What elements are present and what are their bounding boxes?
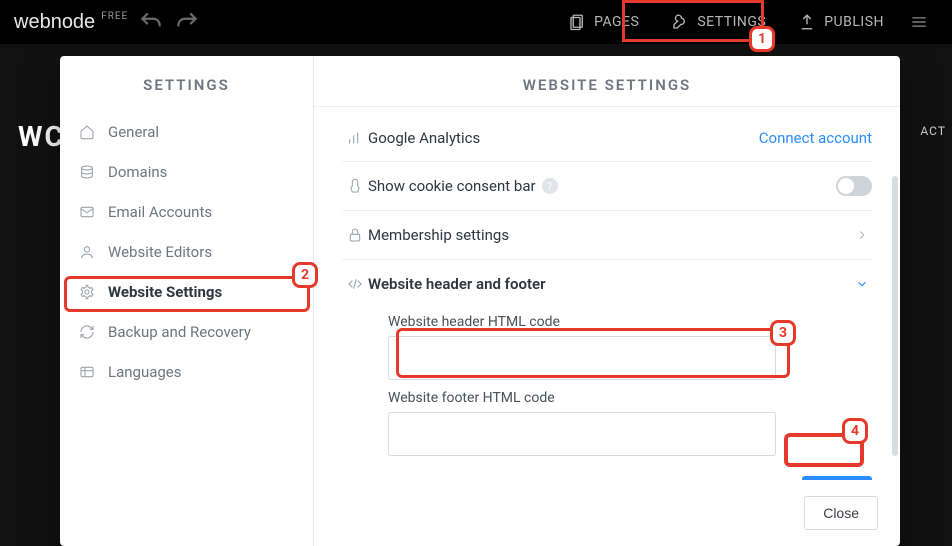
background-text-left: WC (18, 120, 65, 153)
annotation-badge-2: 2 (292, 262, 318, 288)
sidebar-item-email[interactable]: Email Accounts (60, 192, 313, 232)
gear-icon (78, 283, 96, 301)
user-icon (78, 243, 96, 261)
main-title: WEBSITE SETTINGS (314, 56, 900, 107)
hamburger-icon (909, 12, 929, 32)
help-icon[interactable]: ? (542, 178, 558, 194)
header-code-input[interactable] (388, 336, 776, 380)
row-label: Show cookie consent bar (368, 177, 536, 195)
stack-icon (78, 163, 96, 181)
refresh-icon (78, 323, 96, 341)
annotation-badge-1: 1 (749, 26, 775, 52)
scrollbar[interactable] (892, 176, 898, 456)
sidebar-item-editors[interactable]: Website Editors (60, 232, 313, 272)
settings-main: WEBSITE SETTINGS Google Analytics Connec… (314, 56, 900, 546)
topnav-pages-label: PAGES (594, 14, 639, 30)
lock-icon (342, 227, 368, 243)
annotation-badge-3: 3 (770, 320, 796, 346)
sidebar-title: SETTINGS (60, 56, 313, 112)
settings-sidebar: SETTINGS General Domains Email Accounts … (60, 56, 314, 546)
brand-logo: webnode (14, 11, 95, 34)
sidebar-item-label: Domains (108, 163, 167, 181)
row-cookie-consent: Show cookie consent bar ? (342, 162, 872, 211)
row-header-footer[interactable]: Website header and footer (342, 260, 872, 300)
undo-icon[interactable] (138, 9, 164, 35)
sidebar-item-label: General (108, 123, 159, 141)
row-label: Website header and footer (368, 275, 545, 293)
chevron-right-icon (852, 225, 872, 245)
footer-code-input[interactable] (388, 412, 776, 456)
row-label: Membership settings (368, 226, 509, 244)
sidebar-item-label: Website Editors (108, 243, 212, 261)
close-button[interactable]: Close (804, 496, 878, 530)
sidebar-item-label: Languages (108, 363, 182, 381)
topnav-pages[interactable]: PAGES (552, 3, 655, 41)
brand-tier-badge: FREE (101, 11, 128, 22)
code-icon (342, 276, 368, 292)
sidebar-item-label: Backup and Recovery (108, 323, 251, 341)
footer-code-label: Website footer HTML code (388, 390, 872, 406)
modal-actions: Close (314, 480, 900, 546)
sidebar-item-website-settings[interactable]: Website Settings (60, 272, 313, 312)
sidebar-item-label: Website Settings (108, 283, 222, 301)
topnav-publish-label: PUBLISH (824, 14, 884, 30)
cookie-icon (342, 178, 368, 194)
menu-button[interactable] (900, 12, 938, 32)
cookie-consent-toggle[interactable] (836, 176, 872, 196)
sidebar-item-general[interactable]: General (60, 112, 313, 152)
row-google-analytics: Google Analytics Connect account (342, 115, 872, 162)
analytics-icon (342, 130, 368, 146)
settings-content: Google Analytics Connect account Show co… (314, 107, 900, 480)
redo-icon[interactable] (174, 9, 200, 35)
row-membership[interactable]: Membership settings (342, 211, 872, 260)
wrench-icon (671, 13, 689, 31)
sidebar-item-label: Email Accounts (108, 203, 212, 221)
pages-icon (568, 13, 586, 31)
settings-modal: SETTINGS General Domains Email Accounts … (60, 56, 900, 546)
top-bar: webnode FREE PAGES SETTINGS PUBLISH (0, 0, 952, 44)
topnav-publish[interactable]: PUBLISH (782, 3, 900, 41)
row-label: Google Analytics (368, 129, 480, 147)
header-code-label: Website header HTML code (388, 314, 872, 330)
chevron-down-icon (852, 274, 872, 294)
home-icon (78, 123, 96, 141)
mail-icon (78, 203, 96, 221)
sidebar-item-languages[interactable]: Languages (60, 352, 313, 392)
upload-icon (798, 13, 816, 31)
sidebar-item-backup[interactable]: Backup and Recovery (60, 312, 313, 352)
globe-icon (78, 363, 96, 381)
background-text-right: ACT (920, 124, 946, 138)
sidebar-item-domains[interactable]: Domains (60, 152, 313, 192)
annotation-badge-4: 4 (842, 418, 868, 444)
connect-account-link[interactable]: Connect account (759, 129, 872, 147)
